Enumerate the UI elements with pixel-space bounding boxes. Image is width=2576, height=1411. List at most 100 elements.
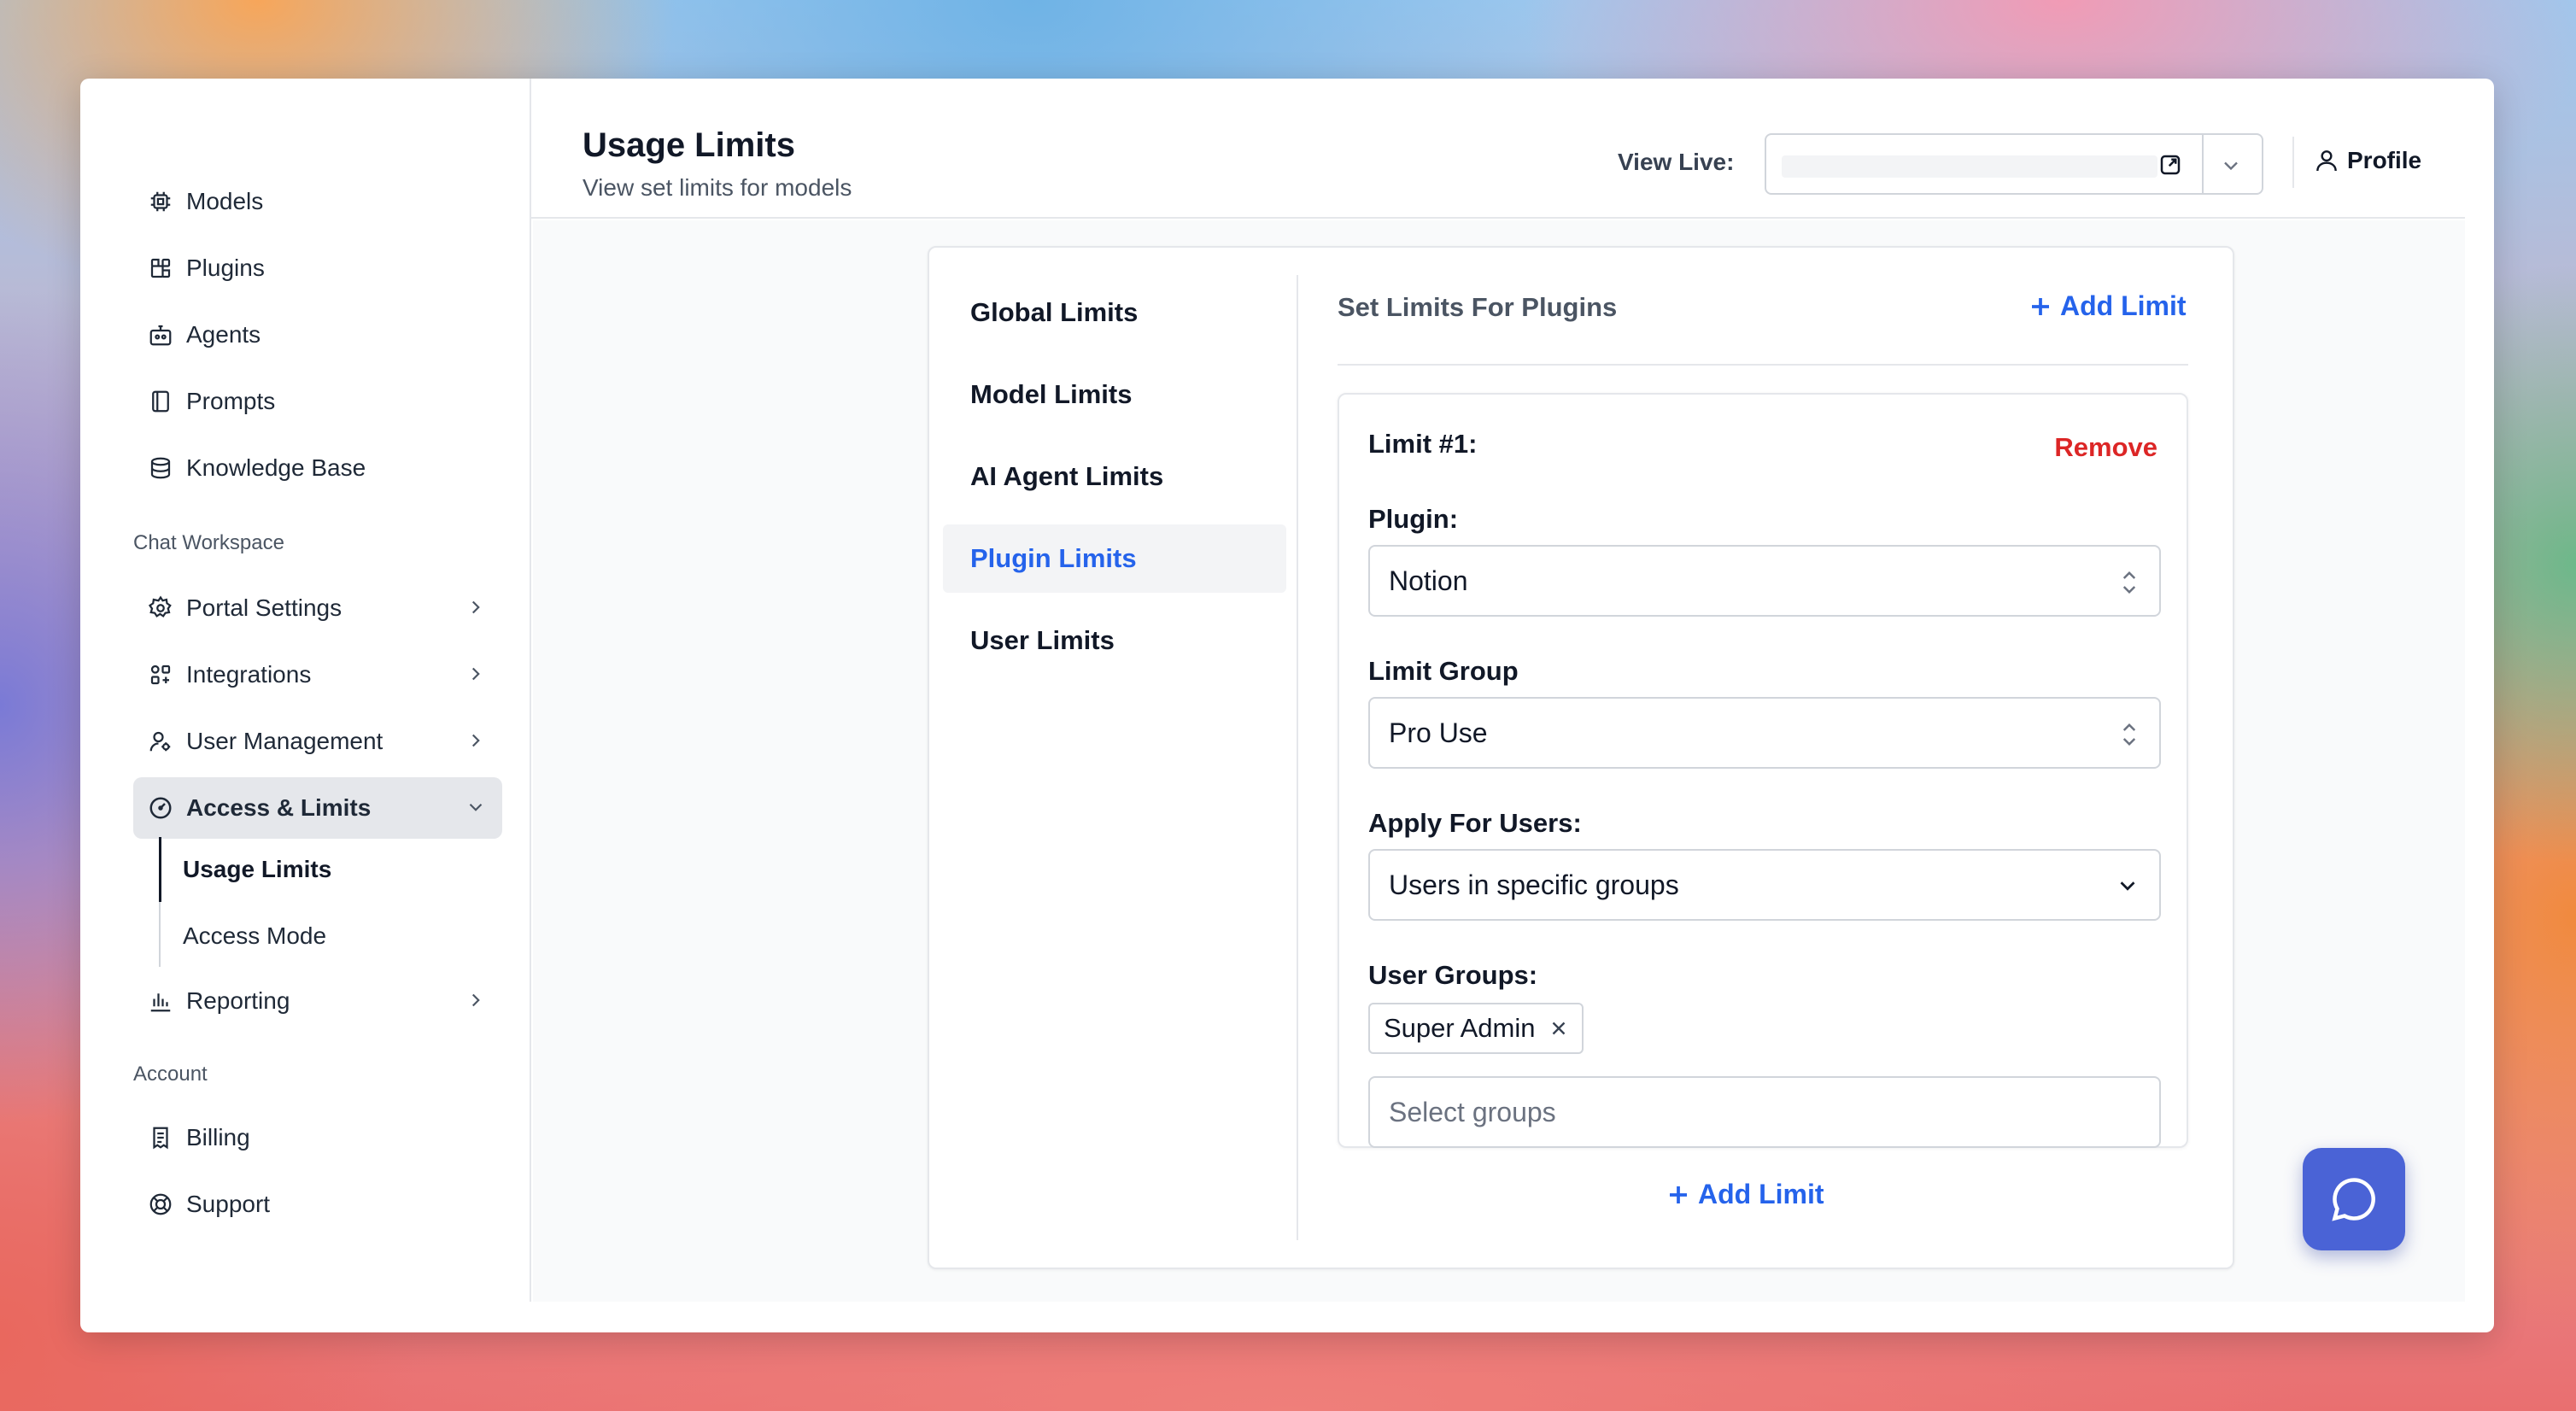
sidebar-item-billing[interactable]: Billing <box>133 1107 502 1168</box>
limit-group-label: Limit Group <box>1368 656 1519 686</box>
receipt-icon <box>147 1124 174 1151</box>
plugin-select[interactable]: Notion <box>1368 545 2161 617</box>
submenu-active-rail <box>159 837 161 902</box>
section-label-account: Account <box>133 1063 208 1086</box>
agent-icon <box>147 321 174 348</box>
sidebar-item-label: Integrations <box>186 661 312 688</box>
group-chip-super-admin: Super Admin <box>1368 1003 1584 1054</box>
remove-limit-button[interactable]: Remove <box>2054 432 2157 463</box>
sidebar-item-label: Access & Limits <box>186 794 372 821</box>
sidebar-item-portal-settings[interactable]: Portal Settings <box>133 577 502 639</box>
view-live-url-field[interactable] <box>1782 155 2157 178</box>
tab-global-limits[interactable]: Global Limits <box>943 278 1286 347</box>
section-label-chat-workspace: Chat Workspace <box>133 531 284 554</box>
sidebar: Models Plugins Agents Prompts Knowledge … <box>80 79 531 1302</box>
chevron-right-icon <box>471 667 480 681</box>
plus-icon <box>1670 1186 1687 1203</box>
page-header: Usage Limits View set limits for models … <box>531 79 2465 219</box>
submenu-rail <box>159 902 161 967</box>
chat-bubble-icon <box>2332 1178 2375 1221</box>
view-live-label: View Live: <box>1618 149 1735 175</box>
sidebar-item-label: User Management <box>186 728 383 754</box>
puzzle-icon <box>147 255 174 282</box>
profile-button[interactable]: Profile <box>2313 147 2421 174</box>
limit-group-select-value: Pro Use <box>1389 717 1488 748</box>
main-content: Global Limits Model Limits AI Agent Limi… <box>533 220 2465 1302</box>
tab-plugin-limits[interactable]: Plugin Limits <box>943 524 1286 593</box>
gear-icon <box>147 594 174 622</box>
gauge-icon <box>147 794 174 822</box>
sidebar-item-label: Billing <box>186 1124 250 1150</box>
sidebar-item-support[interactable]: Support <box>133 1174 502 1235</box>
sidebar-subitem-usage-limits[interactable]: Usage Limits <box>183 856 331 883</box>
tab-model-limits[interactable]: Model Limits <box>943 360 1286 429</box>
up-down-chevron-icon <box>2122 723 2136 746</box>
add-limit-bottom-button[interactable]: Add Limit <box>1666 1179 1824 1210</box>
chevron-down-icon <box>469 803 483 811</box>
sidebar-item-label: Portal Settings <box>186 594 342 621</box>
page-subtitle: View set limits for models <box>583 174 852 201</box>
user-icon <box>2316 150 2337 172</box>
tabs-divider <box>1297 275 1298 1240</box>
sidebar-item-access-limits[interactable]: Access & Limits <box>133 777 502 839</box>
sidebar-item-models[interactable]: Models <box>133 171 502 232</box>
sidebar-item-label: Plugins <box>186 255 265 281</box>
page-title: Usage Limits <box>583 126 795 164</box>
tab-user-limits[interactable]: User Limits <box>943 606 1286 675</box>
tab-ai-agent-limits[interactable]: AI Agent Limits <box>943 442 1286 511</box>
sidebar-item-label: Reporting <box>186 987 290 1014</box>
add-limit-label: Add Limit <box>1698 1179 1824 1209</box>
apply-for-users-select[interactable]: Users in specific groups <box>1368 849 2161 921</box>
add-limit-label: Add Limit <box>2060 290 2187 321</box>
sidebar-item-label: Support <box>186 1191 271 1217</box>
add-limit-button[interactable]: Add Limit <box>2028 290 2187 322</box>
chip-icon <box>147 188 174 215</box>
limits-card: Global Limits Model Limits AI Agent Limi… <box>928 246 2234 1269</box>
sidebar-subitem-access-mode[interactable]: Access Mode <box>183 922 326 950</box>
integrations-icon <box>147 661 174 688</box>
chevron-right-icon <box>471 993 480 1007</box>
sidebar-item-reporting[interactable]: Reporting <box>133 970 502 1032</box>
database-icon <box>147 454 174 482</box>
plugin-label: Plugin: <box>1368 504 1459 534</box>
limit-title: Limit #1: <box>1368 429 1478 459</box>
view-live-select[interactable] <box>1765 133 2263 195</box>
sidebar-item-label: Knowledge Base <box>186 454 366 481</box>
chevron-right-icon <box>471 600 480 614</box>
chat-support-button[interactable] <box>2303 1148 2405 1250</box>
sidebar-item-prompts[interactable]: Prompts <box>133 371 502 432</box>
sidebar-item-label: Models <box>186 188 264 214</box>
panel-divider <box>1338 364 2188 366</box>
sidebar-item-user-management[interactable]: User Management <box>133 711 502 772</box>
apply-for-users-value: Users in specific groups <box>1389 869 1679 900</box>
limit-group-select[interactable]: Pro Use <box>1368 697 2161 769</box>
plugin-select-value: Notion <box>1389 565 1468 596</box>
chevron-down-icon[interactable] <box>2219 154 2243 178</box>
select-groups-input[interactable]: Select groups <box>1368 1076 2161 1148</box>
select-divider <box>2202 135 2204 193</box>
sidebar-item-integrations[interactable]: Integrations <box>133 644 502 706</box>
limit-card: Limit #1: Remove Plugin: Notion Limit Gr… <box>1338 393 2188 1148</box>
panel-title: Set Limits For Plugins <box>1338 292 1618 322</box>
profile-label: Profile <box>2347 147 2422 173</box>
users-gear-icon <box>147 728 174 755</box>
chevron-right-icon <box>471 734 480 747</box>
lifebuoy-icon <box>147 1191 174 1218</box>
sidebar-item-label: Agents <box>186 321 261 348</box>
notebook-icon <box>147 388 174 415</box>
app-window: Models Plugins Agents Prompts Knowledge … <box>80 79 2494 1332</box>
user-groups-label: User Groups: <box>1368 960 1538 990</box>
sidebar-item-plugins[interactable]: Plugins <box>133 237 502 299</box>
plus-icon <box>2032 297 2049 315</box>
apply-for-users-label: Apply For Users: <box>1368 808 1582 838</box>
select-groups-placeholder: Select groups <box>1389 1096 1556 1127</box>
chevron-down-icon <box>2120 881 2135 891</box>
sidebar-item-agents[interactable]: Agents <box>133 304 502 366</box>
up-down-chevron-icon <box>2122 571 2136 594</box>
external-link-icon[interactable] <box>2157 152 2183 178</box>
group-chip-label: Super Admin <box>1384 1013 1536 1043</box>
sidebar-item-label: Prompts <box>186 388 276 414</box>
close-icon[interactable] <box>1548 1017 1570 1039</box>
sidebar-item-knowledge-base[interactable]: Knowledge Base <box>133 437 502 499</box>
header-divider <box>2292 137 2294 188</box>
